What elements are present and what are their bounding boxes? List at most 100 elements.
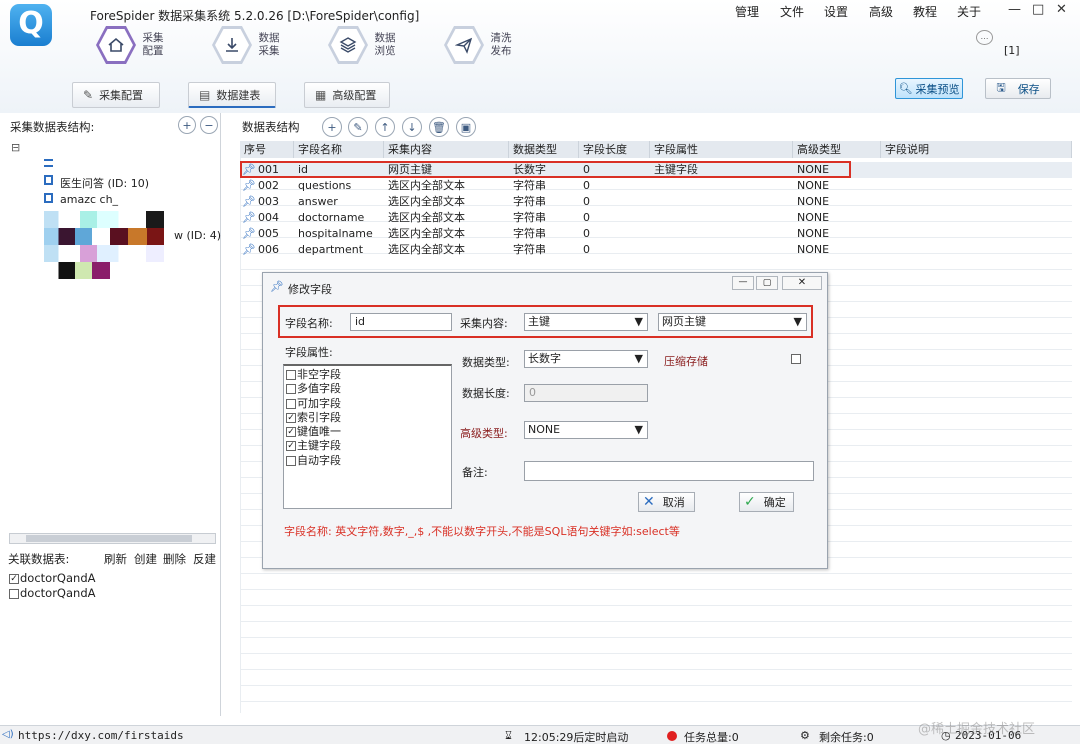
- table-cell[interactable]: NONE: [793, 226, 881, 242]
- adv-type-select[interactable]: NONE ▼: [524, 421, 648, 439]
- column-header[interactable]: 序号: [240, 141, 294, 158]
- tab-data-table[interactable]: ▤ 数据建表: [188, 82, 276, 108]
- attr-item[interactable]: 多值字段: [286, 382, 451, 396]
- table-cell[interactable]: [650, 178, 793, 194]
- column-header[interactable]: 字段属性: [650, 141, 793, 158]
- table-cell[interactable]: answer: [294, 194, 384, 210]
- column-header[interactable]: 字段说明: [881, 141, 1072, 158]
- attr-item[interactable]: 非空字段: [286, 368, 451, 382]
- table-cell[interactable]: 002: [254, 178, 294, 194]
- checkbox[interactable]: [286, 370, 296, 380]
- table-cell[interactable]: 0: [579, 178, 650, 194]
- reverse-build-button[interactable]: 反建: [193, 551, 216, 567]
- delete-button[interactable]: 删除: [163, 551, 186, 567]
- attr-item[interactable]: 自动字段: [286, 454, 451, 468]
- table-cell[interactable]: NONE: [793, 178, 881, 194]
- table-cell[interactable]: NONE: [793, 194, 881, 210]
- close-button[interactable]: ✕: [1056, 2, 1067, 17]
- dialog-maximize-button[interactable]: ▢: [756, 276, 778, 290]
- message-icon[interactable]: …: [976, 30, 993, 45]
- table-cell[interactable]: 选区内全部文本: [384, 178, 509, 194]
- delete-field-icon[interactable]: 🗑︎: [429, 117, 449, 137]
- table-cell[interactable]: department: [294, 242, 384, 258]
- dialog-close-button[interactable]: ✕: [782, 276, 822, 290]
- table-cell[interactable]: 选区内全部文本: [384, 194, 509, 210]
- tree-root-toggle[interactable]: ⊟: [11, 141, 20, 154]
- preview-button[interactable]: 🔍︎ 采集预览: [895, 78, 963, 99]
- table-cell[interactable]: 0: [579, 226, 650, 242]
- related-item[interactable]: doctorQandA: [9, 586, 96, 600]
- refresh-button[interactable]: 刷新: [104, 551, 127, 567]
- dialog-minimize-button[interactable]: —: [732, 276, 754, 290]
- save-field-icon[interactable]: ▣: [456, 117, 476, 137]
- maximize-button[interactable]: □: [1032, 2, 1044, 17]
- step-data-collect[interactable]: 数据 采集: [212, 26, 284, 64]
- table-cell[interactable]: 006: [254, 242, 294, 258]
- menu-manage[interactable]: 管理: [735, 3, 759, 20]
- table-cell[interactable]: 003: [254, 194, 294, 210]
- table-cell[interactable]: [650, 210, 793, 226]
- checkbox[interactable]: [9, 588, 19, 599]
- table-cell[interactable]: 0: [579, 210, 650, 226]
- tab-advanced-config[interactable]: ▦ 高级配置: [304, 82, 390, 108]
- checkbox[interactable]: ✓: [286, 427, 296, 438]
- table-cell[interactable]: 004: [254, 210, 294, 226]
- attr-item[interactable]: 可加字段: [286, 397, 451, 411]
- table-cell[interactable]: 字符串: [509, 226, 579, 242]
- datatype-select[interactable]: 长数字 ▼: [524, 350, 648, 368]
- table-cell[interactable]: 选区内全部文本: [384, 226, 509, 242]
- length-input[interactable]: 0: [524, 384, 648, 402]
- table-cell[interactable]: 字符串: [509, 210, 579, 226]
- step-collect-config[interactable]: 采集 配置: [96, 26, 168, 64]
- edit-field-icon[interactable]: ✎: [348, 117, 368, 137]
- tree-item-doctor-qa[interactable]: 医生问答 (ID: 10): [60, 175, 149, 191]
- minimize-button[interactable]: —: [1008, 2, 1021, 17]
- move-down-icon[interactable]: ↓: [402, 117, 422, 137]
- table-cell[interactable]: 字符串: [509, 242, 579, 258]
- table-cell[interactable]: questions: [294, 178, 384, 194]
- menu-file[interactable]: 文件: [780, 3, 804, 20]
- collect-detail-select[interactable]: 网页主键 ▼: [658, 313, 807, 331]
- note-input[interactable]: [524, 461, 814, 481]
- attr-item[interactable]: ✓ 主键字段: [286, 439, 451, 453]
- attr-item[interactable]: ✓ 键值唯一: [286, 425, 451, 439]
- confirm-button[interactable]: ✓ 确定: [739, 492, 794, 512]
- table-cell[interactable]: doctorname: [294, 210, 384, 226]
- column-header[interactable]: 数据类型: [509, 141, 579, 158]
- checkbox[interactable]: ✓: [286, 441, 296, 452]
- tab-collect-config[interactable]: ✎ 采集配置: [72, 82, 160, 108]
- column-header[interactable]: 高级类型: [793, 141, 881, 158]
- menu-advanced[interactable]: 高级: [869, 3, 893, 20]
- checkbox[interactable]: [286, 384, 296, 395]
- step-data-browse[interactable]: 数据 浏览: [328, 26, 400, 64]
- checkbox[interactable]: ✓: [9, 573, 19, 584]
- checkbox[interactable]: [286, 398, 296, 409]
- status-url[interactable]: https://dxy.com/firstaids: [18, 729, 184, 742]
- table-cell[interactable]: [650, 226, 793, 242]
- move-up-icon[interactable]: ↑: [375, 117, 395, 137]
- table-cell[interactable]: 字符串: [509, 194, 579, 210]
- table-cell[interactable]: NONE: [793, 210, 881, 226]
- add-field-button[interactable]: +: [322, 117, 342, 137]
- column-header[interactable]: 采集内容: [384, 141, 509, 158]
- column-header[interactable]: 字段名称: [294, 141, 384, 158]
- remove-table-button[interactable]: −: [200, 116, 218, 134]
- menu-settings[interactable]: 设置: [824, 3, 848, 20]
- horizontal-scrollbar[interactable]: [9, 533, 216, 544]
- table-cell[interactable]: [650, 194, 793, 210]
- table-cell[interactable]: 字符串: [509, 178, 579, 194]
- checkbox[interactable]: [286, 455, 296, 466]
- table-cell[interactable]: [650, 242, 793, 258]
- menu-about[interactable]: 关于: [957, 3, 981, 20]
- column-header[interactable]: 字段长度: [579, 141, 650, 158]
- tree-item-other[interactable]: w (ID: 4): [174, 229, 221, 242]
- table-cell[interactable]: 选区内全部文本: [384, 210, 509, 226]
- table-cell[interactable]: 0: [579, 242, 650, 258]
- related-item[interactable]: ✓ doctorQandA: [9, 571, 96, 585]
- step-clean-publish[interactable]: 清洗 发布: [444, 26, 516, 64]
- checkbox[interactable]: ✓: [286, 412, 296, 423]
- save-button[interactable]: 🖫 保存: [985, 78, 1051, 99]
- cancel-button[interactable]: ✕ 取消: [638, 492, 695, 512]
- table-cell[interactable]: 005: [254, 226, 294, 242]
- collect-content-select[interactable]: 主键 ▼: [524, 313, 648, 331]
